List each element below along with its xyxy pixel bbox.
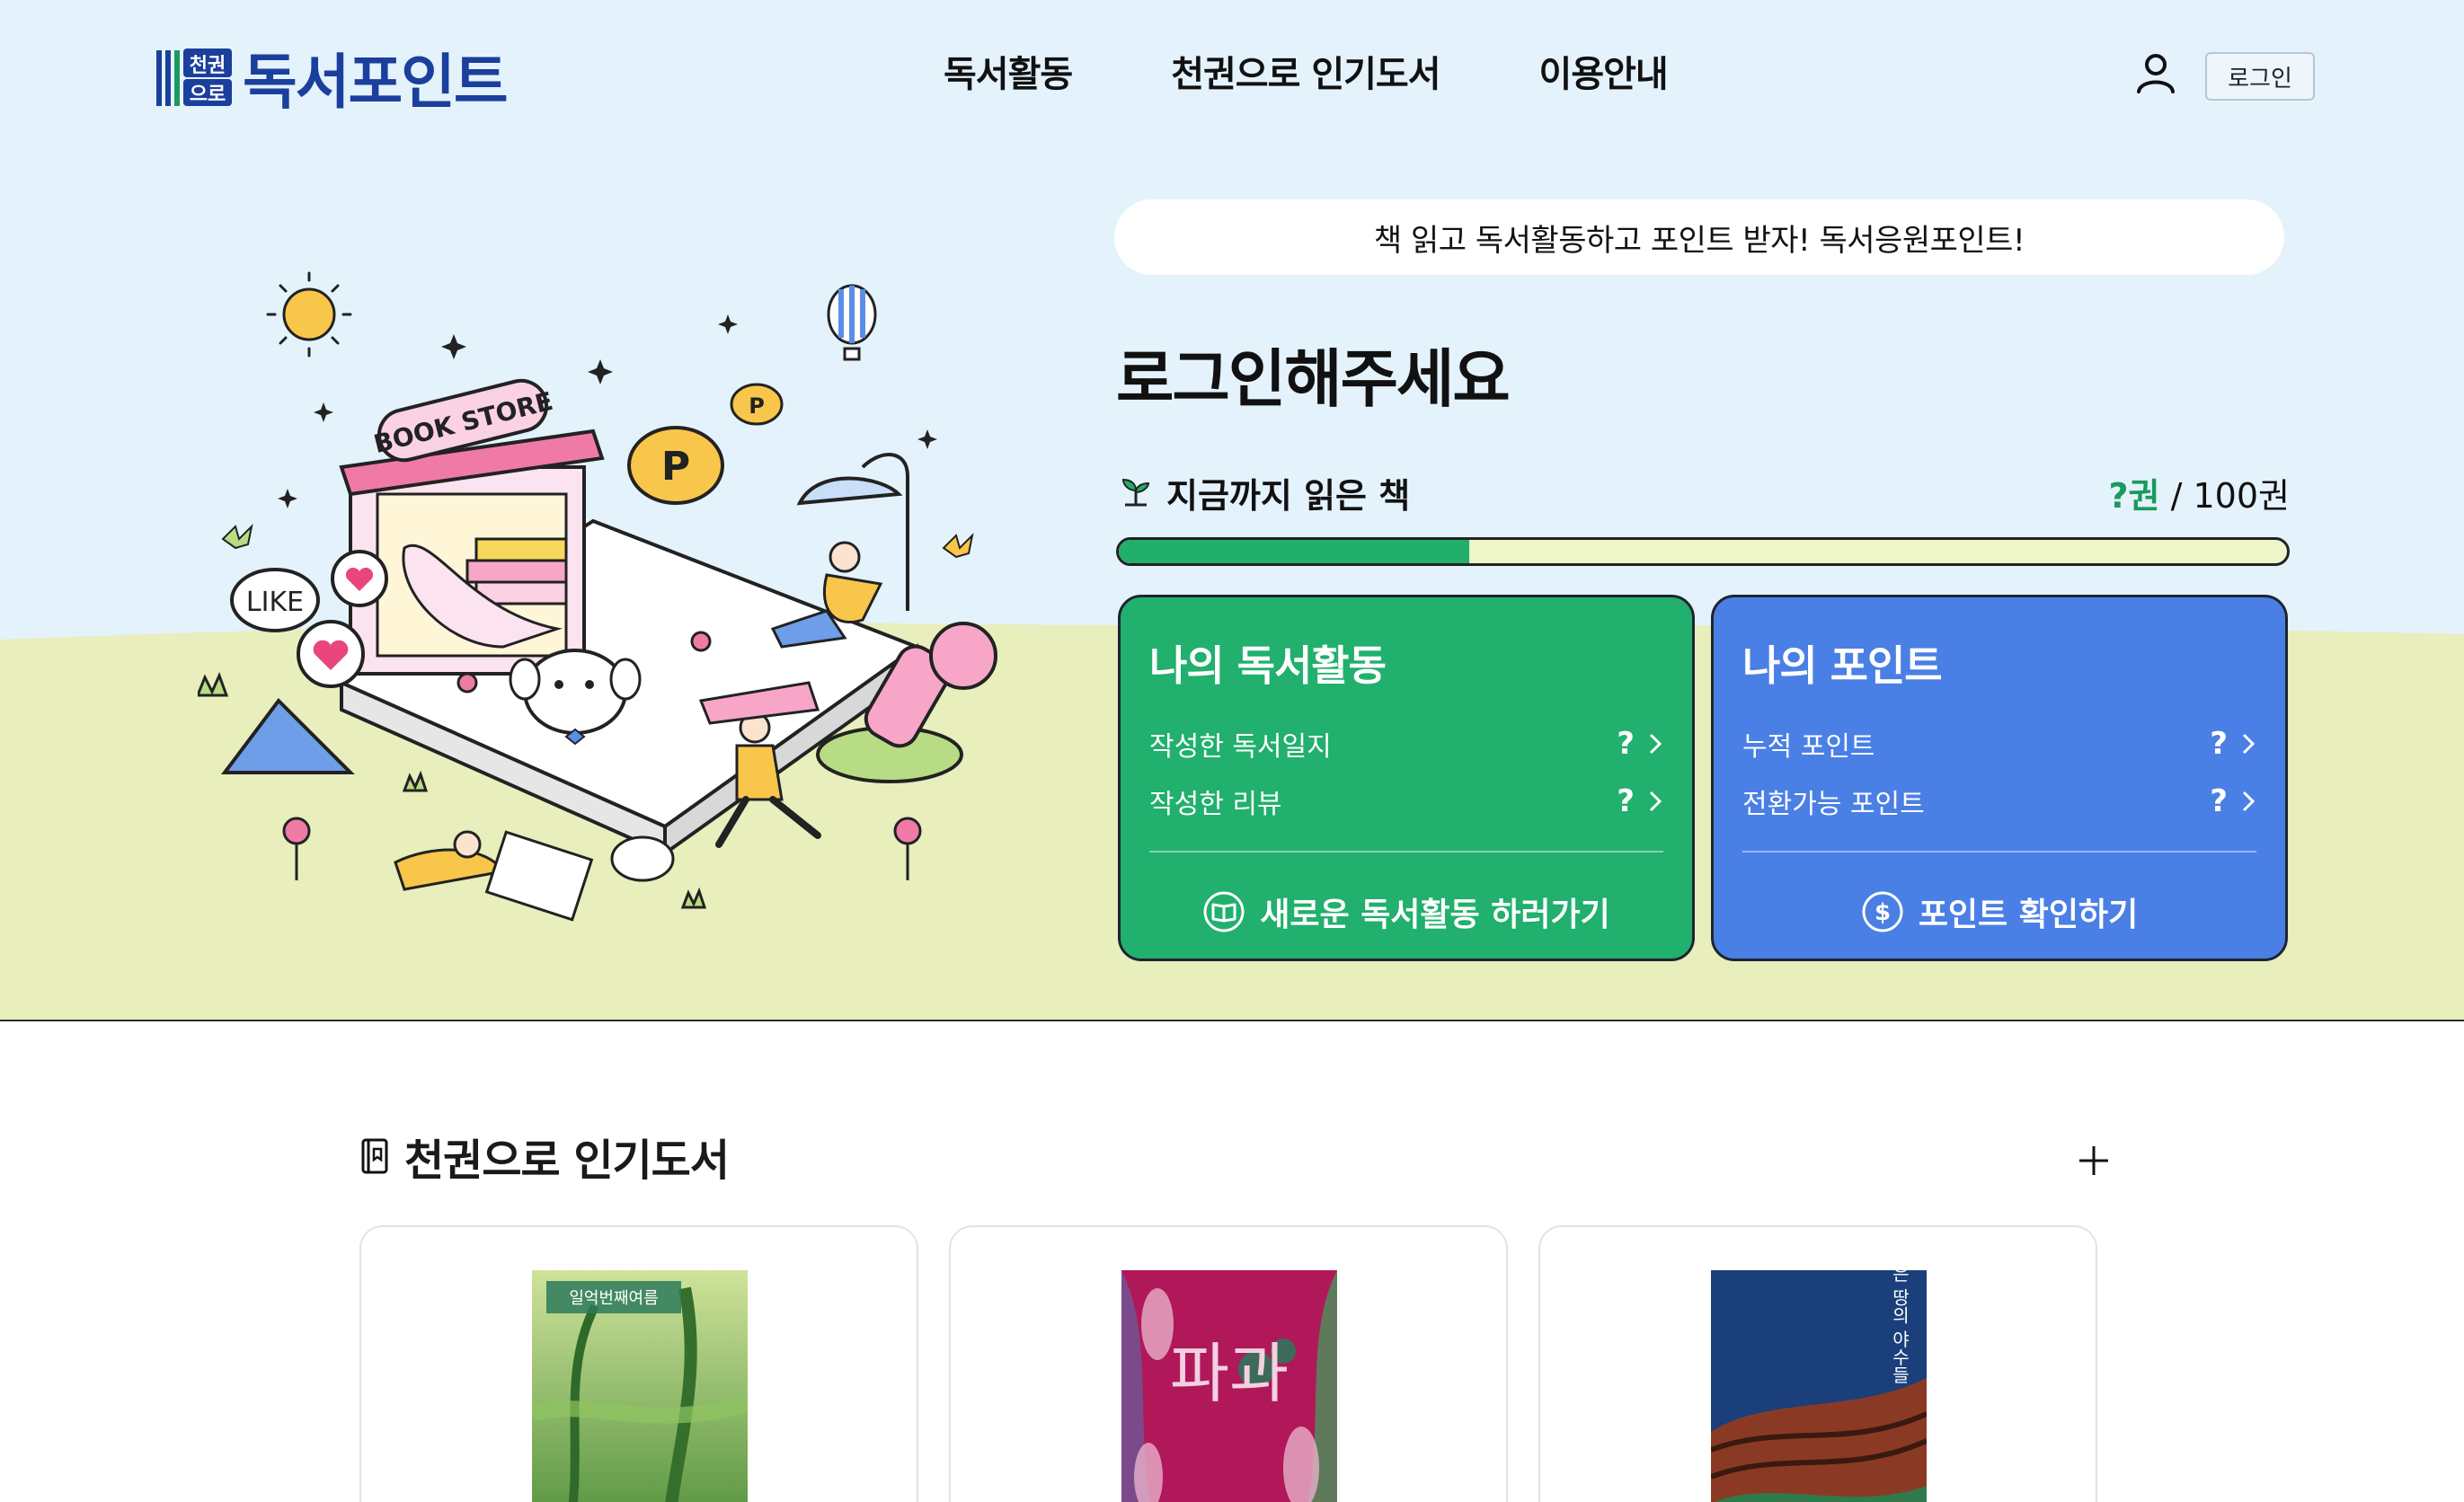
svg-text:LIKE: LIKE: [246, 587, 304, 618]
books-read-label: 지금까지 읽은 책: [1118, 468, 1410, 517]
chevron-right-icon: [1649, 791, 1662, 812]
activity-card-title: 나의 독서활동: [1149, 641, 1387, 690]
nav-popular-books[interactable]: 천권으로 인기도서: [1171, 45, 1440, 97]
logo-text: 독서포인트: [243, 48, 509, 117]
chevron-right-icon: [2242, 791, 2256, 812]
card-divider: [1149, 851, 1663, 853]
reading-log-label: 작성한 독서일지: [1149, 731, 1332, 763]
main-nav: 독서활동 천권으로 인기도서 이용안내: [944, 45, 1669, 97]
svg-text:P: P: [749, 393, 765, 419]
more-plus-icon[interactable]: [2074, 1141, 2114, 1180]
books-read-text: 지금까지 읽은 책: [1166, 475, 1411, 516]
my-points-card: 나의 포인트 누적 포인트 ? 전환가능 포인트 ? $ 포인트 확인하기: [1711, 595, 2288, 961]
logo[interactable]: 천권 으로 독서포인트: [155, 43, 509, 117]
sprout-icon: [1121, 478, 1150, 507]
reading-log-value: ?: [1617, 726, 1635, 762]
my-reading-activity-card: 나의 독서활동 작성한 독서일지 ? 작성한 리뷰 ? 새로운 독서활동 하러가…: [1118, 595, 1695, 961]
book-card[interactable]: 파과: [949, 1225, 1508, 1502]
svg-text:천권: 천권: [190, 55, 226, 77]
login-button[interactable]: 로그인: [2205, 52, 2315, 101]
book-cover-image: 일억번째여름: [532, 1270, 748, 1502]
svg-text:으로: 으로: [190, 84, 226, 106]
book-bookmark-icon: [361, 1138, 388, 1174]
reading-progress-bar: [1116, 537, 2290, 566]
reading-progress-fill: [1119, 540, 1469, 563]
review-label: 작성한 리뷰: [1149, 789, 1282, 820]
logo-mark-icon: 천권 으로: [155, 45, 234, 110]
hero-illustration: BOOK STORE P P LIKE: [198, 271, 997, 922]
points-card-title: 나의 포인트: [1742, 641, 1943, 690]
accumulated-points-row[interactable]: 누적 포인트 ?: [1742, 721, 2256, 766]
books-read-count: ?권 / 100권: [2109, 468, 2290, 517]
accumulated-points-value: ?: [2210, 726, 2228, 762]
diary-illustration: [394, 830, 675, 922]
nav-usage-guide[interactable]: 이용안내: [1539, 45, 1669, 97]
books-read-current: ?권: [2108, 475, 2160, 516]
reading-log-row[interactable]: 작성한 독서일지 ?: [1149, 721, 1663, 766]
convertible-points-row[interactable]: 전환가능 포인트 ?: [1742, 779, 2256, 824]
book-cover-image: 파과: [1121, 1270, 1337, 1502]
user-icon[interactable]: [2133, 50, 2178, 95]
accumulated-points-label: 누적 포인트: [1742, 731, 1875, 763]
popular-books-title: 천권으로 인기도서: [404, 1135, 730, 1186]
svg-text:P: P: [661, 444, 690, 490]
review-row[interactable]: 작성한 리뷰 ?: [1149, 779, 1663, 824]
login-prompt-heading: 로그인해주세요: [1116, 342, 1511, 416]
check-points-button[interactable]: $ 포인트 확인하기: [1714, 867, 2285, 957]
book-card[interactable]: 작은 땅의 야수들: [1538, 1225, 2097, 1502]
nav-reading-activity[interactable]: 독서활동: [944, 45, 1073, 97]
check-points-label: 포인트 확인하기: [1918, 897, 2139, 933]
convertible-points-label: 전환가능 포인트: [1742, 789, 1925, 820]
svg-text:$: $: [1875, 899, 1891, 926]
coin-icons: P P: [627, 383, 784, 505]
hero-section: 천권 으로 독서포인트 독서활동 천권으로 인기도서 이용안내 로그인 BOOK…: [0, 0, 2464, 1021]
convertible-points-value: ?: [2210, 783, 2228, 819]
card-divider: [1742, 851, 2256, 853]
hot-air-balloon-icon: [827, 284, 877, 361]
svg-text:파과: 파과: [1170, 1336, 1289, 1411]
new-reading-activity-label: 새로운 독서활동 하러가기: [1260, 897, 1610, 933]
book-cover-image: 작은 땅의 야수들: [1711, 1270, 1927, 1502]
dollar-icon: $: [1862, 891, 1903, 932]
new-reading-activity-button[interactable]: 새로운 독서활동 하러가기: [1121, 867, 1692, 957]
svg-text:작은 땅의 야수들: 작은 땅의 야수들: [1889, 1270, 1910, 1383]
sun-icon: [266, 271, 352, 358]
review-value: ?: [1617, 783, 1635, 819]
book-card[interactable]: 일억번째여름: [359, 1225, 918, 1502]
slogan-banner: 책 읽고 독서활동하고 포인트 받자! 독서응원포인트!: [1114, 199, 2284, 275]
popular-books-heading: 천권으로 인기도서: [359, 1125, 730, 1188]
book-icon: [1203, 891, 1245, 932]
chevron-right-icon: [2242, 733, 2256, 755]
books-read-total: / 100권: [2170, 475, 2290, 516]
books-read-row: 지금까지 읽은 책 ?권 / 100권: [1118, 467, 2290, 517]
svg-text:일억번째여름: 일억번째여름: [569, 1289, 658, 1308]
chevron-right-icon: [1649, 733, 1662, 755]
